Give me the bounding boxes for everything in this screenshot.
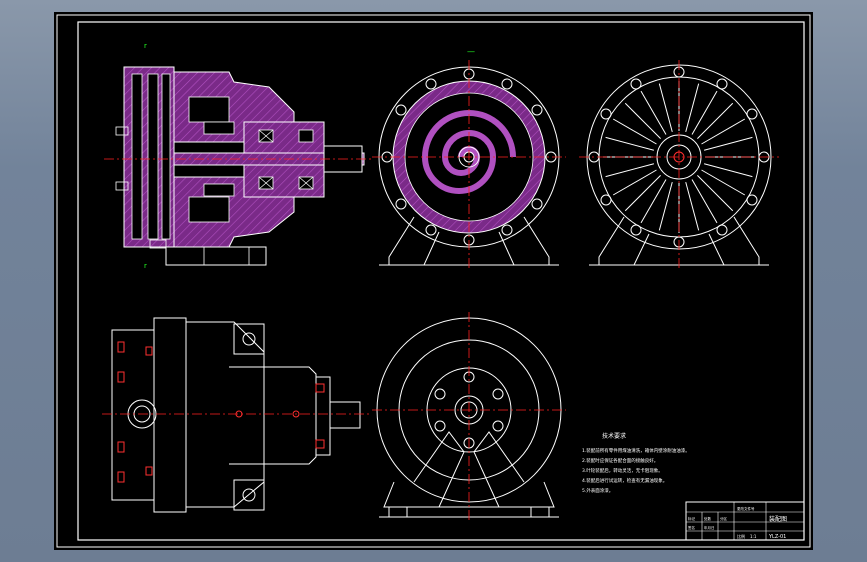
rear-view-ribs	[579, 60, 779, 270]
section-view: r r	[104, 42, 374, 270]
row-label-2: 处数	[704, 516, 712, 521]
rib-line	[640, 90, 667, 135]
row-label-4: 更改文件号	[737, 506, 755, 511]
drawing-canvas[interactable]: r r — 技术要求 1.装配前所有零件用煤油清洗，箱体内壁涂耐油油漆。 2.装…	[54, 12, 813, 550]
rib-line	[691, 90, 718, 135]
rib-line	[701, 169, 746, 196]
row-label-6: 年月日	[704, 525, 715, 530]
notes-line-1: 1.装配前所有零件用煤油清洗，箱体内壁涂耐油油漆。	[582, 447, 690, 454]
rib-line	[624, 175, 661, 212]
rib-line	[685, 181, 700, 231]
end-view	[372, 312, 566, 522]
rib-line	[624, 102, 661, 139]
title-block: 装配图 YLZ-01 比例 1:1 标记 处数 分区 更改文件号 签名 年月日	[685, 501, 805, 541]
rib-line	[605, 136, 655, 151]
scale-label: 比例	[737, 533, 745, 539]
row-label-1: 标记	[688, 516, 696, 521]
rib-line	[612, 169, 657, 196]
row-label-3: 分区	[720, 516, 728, 521]
row-label-5: 签名	[688, 525, 695, 530]
cad-drawing: r r — 技术要求 1.装配前所有零件用煤油清洗，箱体内壁涂耐油油漆。 2.装…	[56, 14, 811, 548]
rib-line	[701, 118, 746, 145]
view-marker: —	[467, 47, 475, 56]
rib-line	[703, 163, 753, 178]
scale-value: 1:1	[750, 534, 757, 539]
title-name: 装配图	[769, 515, 787, 523]
drawing-number: YLZ-01	[768, 534, 786, 540]
front-view-spiral: —	[372, 47, 566, 270]
rib-line	[697, 102, 734, 139]
rib-line	[612, 118, 657, 145]
notes-line-3: 3.叶轮装配后，转动灵活，无卡阻现象。	[582, 467, 663, 474]
notes-line-5: 5.外表面涂漆。	[582, 487, 613, 494]
rib-line	[697, 175, 734, 212]
section-mark-top: r	[144, 42, 147, 50]
rib-line	[640, 179, 667, 224]
rib-line	[703, 136, 753, 151]
technical-notes: 技术要求 1.装配前所有零件用煤油清洗，箱体内壁涂耐油油漆。 2.装配时应保证各…	[582, 432, 690, 494]
notes-line-2: 2.装配时应保证各配合面的接触良好。	[582, 457, 658, 464]
notes-heading: 技术要求	[602, 432, 626, 440]
notes-line-4: 4.装配后进行试运转，检查有无漏油现象。	[582, 477, 667, 484]
rib-line	[658, 83, 673, 133]
rib-line	[691, 179, 718, 224]
rib-line	[658, 181, 673, 231]
section-mark-bottom: r	[144, 262, 147, 270]
side-view	[102, 317, 372, 513]
rib-line	[685, 83, 700, 133]
rib-line	[605, 163, 655, 178]
